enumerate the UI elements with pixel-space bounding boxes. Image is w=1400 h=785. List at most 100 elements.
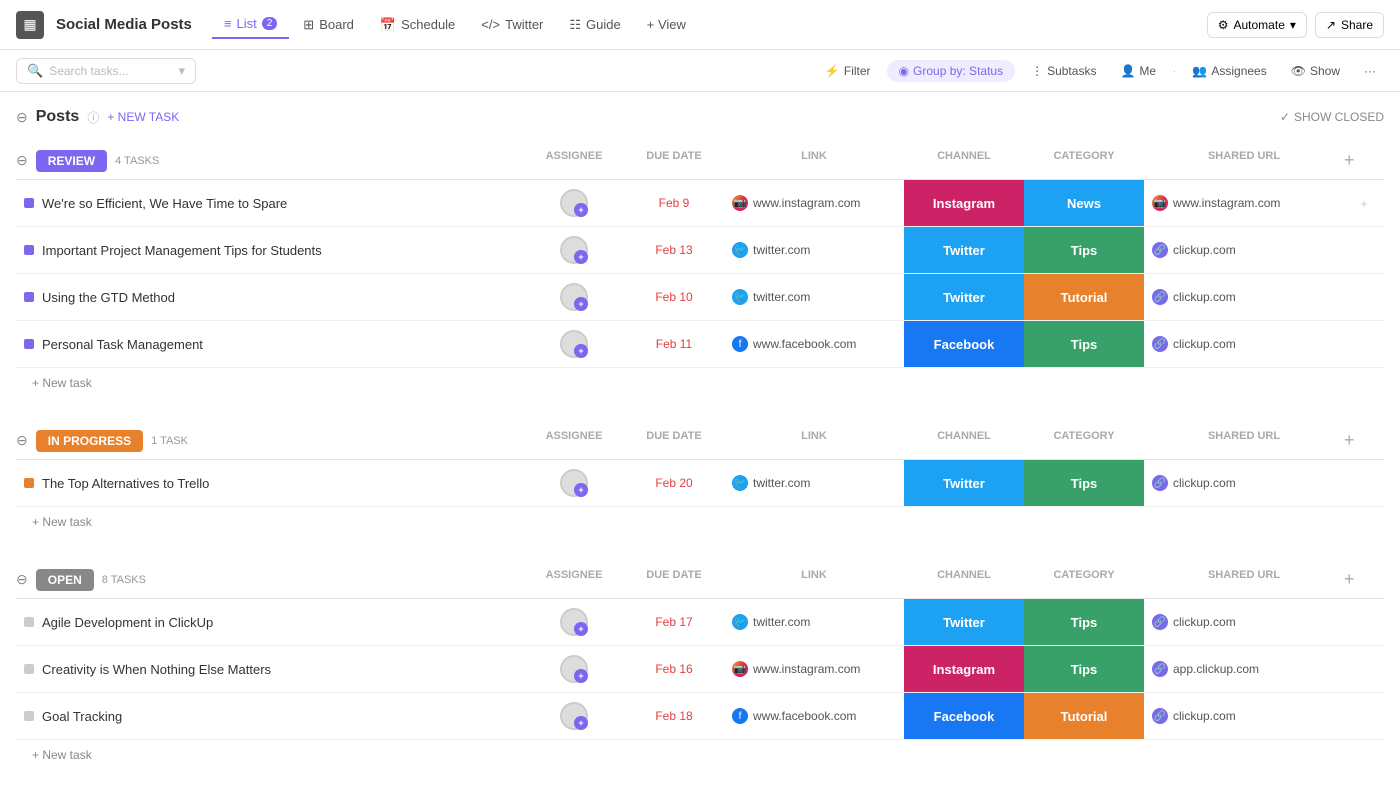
category-badge: Tutorial (1024, 693, 1144, 739)
nav-tabs: ≡ List 2 ⊞ Board 📅 Schedule </> Twitter … (212, 10, 1203, 39)
tab-twitter[interactable]: </> Twitter (469, 11, 555, 38)
due-date-cell: Feb 13 (624, 243, 724, 257)
link-cell: f www.facebook.com (724, 708, 904, 724)
eye-icon: 👁 (1291, 64, 1306, 78)
add-column-icon[interactable]: + (1344, 150, 1355, 170)
group-open: ⊖ OPEN 8 TASKS ASSIGNEE DUE DATE LINK CH… (16, 561, 1384, 770)
task-name-cell: We're so Efficient, We Have Time to Spar… (16, 192, 524, 215)
category-badge: Tips (1024, 227, 1144, 273)
task-name: We're so Efficient, We Have Time to Spar… (42, 196, 287, 211)
toolbar: 🔍 Search tasks... ▾ ⚡ Filter ◉ Group by:… (0, 50, 1400, 92)
add-row-icon[interactable]: + (1360, 196, 1368, 211)
due-date-cell: Feb 18 (624, 709, 724, 723)
table-row: The Top Alternatives to Trello + Feb 20 … (16, 460, 1384, 507)
subtasks-button[interactable]: ⋮ Subtasks (1023, 60, 1104, 82)
shared-instagram-icon: 📷 (1152, 195, 1168, 211)
col-due-date-3: DUE DATE (624, 569, 724, 590)
task-name: Important Project Management Tips for St… (42, 243, 322, 258)
category-badge: Tutorial (1024, 274, 1144, 320)
avatar: + (560, 608, 588, 636)
task-name-cell: The Top Alternatives to Trello (16, 472, 524, 495)
clickup-icon: 🔗 (1152, 289, 1168, 305)
inprogress-count: 1 TASK (151, 435, 188, 447)
assignees-button[interactable]: 👥 Assignees (1184, 60, 1274, 82)
table-row: Agile Development in ClickUp + Feb 17 🐦 … (16, 599, 1384, 646)
page-title: Social Media Posts (56, 16, 192, 33)
search-box[interactable]: 🔍 Search tasks... ▾ (16, 58, 196, 84)
tab-list[interactable]: ≡ List 2 (212, 10, 289, 39)
tab-board[interactable]: ⊞ Board (291, 11, 366, 39)
avatar: + (560, 236, 588, 264)
due-date: Feb 13 (655, 243, 692, 257)
task-dot (24, 198, 34, 208)
share-button[interactable]: ↗ Share (1315, 12, 1384, 38)
avatar: + (560, 469, 588, 497)
assignee-cell: + (524, 189, 624, 217)
link-cell: 🐦 twitter.com (724, 475, 904, 491)
link-cell: 🐦 twitter.com (724, 242, 904, 258)
col-add-3[interactable]: + (1344, 569, 1384, 590)
col-assignee-3: ASSIGNEE (524, 569, 624, 590)
new-task-button[interactable]: + NEW TASK (107, 110, 179, 124)
category-badge: Tips (1024, 321, 1144, 367)
avatar: + (560, 702, 588, 730)
new-task-inprogress-button[interactable]: + New task (16, 507, 1384, 537)
info-icon[interactable]: ⓘ (87, 109, 99, 126)
category-badge: News (1024, 180, 1144, 226)
new-task-open-button[interactable]: + New task (16, 740, 1384, 770)
assignee-cell: + (524, 283, 624, 311)
chevron-down-icon: ▾ (1290, 18, 1296, 32)
me-button[interactable]: 👤 Me (1112, 60, 1164, 82)
search-icon: 🔍 (27, 63, 43, 79)
filter-button[interactable]: ⚡ Filter (817, 60, 879, 82)
tab-schedule[interactable]: 📅 Schedule (368, 11, 467, 39)
col-link-3: LINK (724, 569, 904, 590)
channel-badge: Instagram (904, 646, 1024, 692)
divider: · (1172, 63, 1176, 78)
automate-button[interactable]: ⚙ Automate ▾ (1207, 12, 1307, 38)
collapse-posts-button[interactable]: ⊖ (16, 109, 28, 126)
col-category-3: CATEGORY (1024, 569, 1144, 590)
due-date-cell: Feb 16 (624, 662, 724, 676)
link-cell: f www.facebook.com (724, 336, 904, 352)
col-add[interactable]: + (1344, 150, 1384, 171)
new-task-review-button[interactable]: + New task (16, 368, 1384, 398)
row-add[interactable]: + (1344, 196, 1384, 211)
more-options-button[interactable]: ··· (1356, 60, 1384, 82)
app-icon: ▦ (16, 11, 44, 39)
list-icon: ≡ (224, 16, 232, 31)
tab-guide[interactable]: ☷ Guide (557, 11, 632, 39)
channel-badge: Twitter (904, 599, 1024, 645)
show-button[interactable]: 👁 Show (1283, 60, 1348, 82)
open-count: 8 TASKS (102, 574, 146, 586)
more-icon: ··· (1364, 64, 1376, 78)
assignee-cell: + (524, 469, 624, 497)
col-link-2: LINK (724, 430, 904, 451)
task-name: Personal Task Management (42, 337, 203, 352)
add-view-btn[interactable]: + View (635, 11, 698, 38)
show-closed-button[interactable]: ✓ SHOW CLOSED (1280, 110, 1384, 124)
col-due-date-2: DUE DATE (624, 430, 724, 451)
due-date: Feb 11 (656, 337, 692, 351)
collapse-review-button[interactable]: ⊖ (16, 152, 28, 169)
collapse-open-button[interactable]: ⊖ (16, 571, 28, 588)
clickup-icon: 🔗 (1152, 661, 1168, 677)
shared-url-cell: 🔗 clickup.com (1144, 289, 1344, 305)
avatar-add-icon: + (574, 669, 588, 683)
group-by-button[interactable]: ◉ Group by: Status (887, 60, 1016, 82)
collapse-inprogress-button[interactable]: ⊖ (16, 432, 28, 449)
assignee-cell: + (524, 702, 624, 730)
add-column-icon-2[interactable]: + (1344, 430, 1355, 450)
col-channel-2: CHANNEL (904, 430, 1024, 451)
subtasks-icon: ⋮ (1031, 64, 1043, 78)
avatar-add-icon: + (574, 250, 588, 264)
open-label: OPEN (36, 569, 94, 591)
add-column-icon-3[interactable]: + (1344, 569, 1355, 589)
task-name-cell: Personal Task Management (16, 333, 524, 356)
due-date: Feb 9 (659, 196, 690, 210)
col-add-2[interactable]: + (1344, 430, 1384, 451)
col-category: CATEGORY (1024, 150, 1144, 171)
task-name-cell: Using the GTD Method (16, 286, 524, 309)
section-name: Posts (36, 108, 80, 126)
due-date: Feb 17 (655, 615, 692, 629)
